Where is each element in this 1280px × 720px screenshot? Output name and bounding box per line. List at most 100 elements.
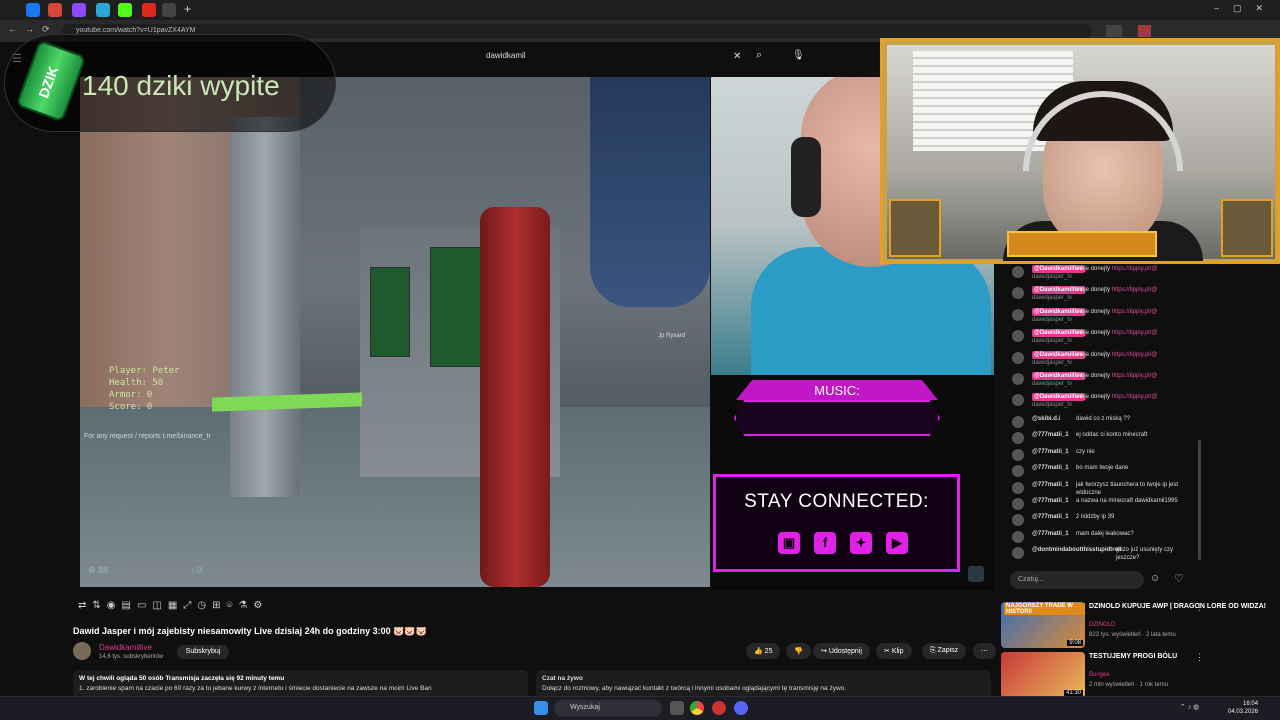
chat-username[interactable]: @777matii_1: [1032, 530, 1069, 538]
video-title: Dawid Jasper i mój zajebisty niesamowity…: [73, 626, 427, 636]
app-icon[interactable]: [712, 701, 726, 715]
tab-facebook-icon[interactable]: [26, 3, 40, 17]
chat-text: jak tworzysz tlaunchera to twoje ip jest…: [1076, 481, 1196, 497]
recommended-thumbnail[interactable]: 41:30: [1001, 652, 1085, 698]
chat-avatar[interactable]: [1012, 266, 1024, 278]
chat-link[interactable]: https://tipply.pl/@: [1112, 352, 1158, 358]
like-button[interactable]: 👍 25: [746, 643, 781, 659]
tab-active-icon[interactable]: [162, 3, 176, 17]
resize-icon[interactable]: ⤢: [183, 600, 191, 614]
recommended-title[interactable]: DZINOLD KUPUJE AWP | DRAGON LORE OD WIDZ…: [1089, 602, 1269, 611]
chat-username[interactable]: @dontmindaboutthisstupidtroll: [1032, 546, 1122, 554]
chat-username[interactable]: @skibi.d.i: [1032, 415, 1060, 423]
theater-icon[interactable]: ▭: [137, 600, 146, 614]
game-feed[interactable]: Player: Peter Health: 50 Armor: 0 Score:…: [80, 77, 710, 587]
recommended-video[interactable]: NAJGORSZY TRADE W HISTORII 9:08 DZINOLD …: [1001, 602, 1271, 648]
chat-scrollbar[interactable]: [1198, 440, 1201, 560]
chat-username[interactable]: @777matii_1: [1032, 497, 1069, 505]
chat-avatar[interactable]: [1012, 287, 1024, 300]
channel-avatar[interactable]: [73, 642, 91, 660]
chat-avatar[interactable]: [1012, 351, 1024, 364]
chat-avatar[interactable]: [1012, 514, 1024, 527]
chat-username[interactable]: @777matii_1: [1032, 431, 1069, 439]
chat-avatar[interactable]: [1012, 394, 1024, 407]
chat-avatar[interactable]: [1012, 448, 1024, 461]
recommended-title[interactable]: TESTUJEMY PROGI BÓLU: [1089, 652, 1269, 661]
chat-avatar[interactable]: [1012, 530, 1024, 543]
taskbar-search[interactable]: Wyszukaj: [554, 700, 662, 717]
chat-link[interactable]: https://tipply.pl/@: [1112, 266, 1158, 272]
live-chat-title: Czat na żywo: [542, 675, 583, 682]
windows-start-icon[interactable]: [534, 701, 548, 715]
clear-search-icon[interactable]: ✕: [733, 51, 741, 62]
search-input[interactable]: dawidkamil: [480, 48, 750, 66]
scissors-icon: ✂: [884, 648, 892, 655]
extension-icons[interactable]: [1106, 25, 1266, 37]
chat-link[interactable]: https://tipply.pl/@: [1112, 287, 1158, 293]
share-button[interactable]: ↪ Udostępnij: [813, 643, 870, 659]
recommended-video[interactable]: 41:30 TESTUJEMY PROGI BÓLU Bungee 2 mln …: [1001, 652, 1271, 698]
window-controls[interactable]: –▢✕: [1214, 3, 1277, 14]
subscribe-button[interactable]: Subskrybuj: [177, 645, 229, 659]
tab-gmail-icon[interactable]: [48, 3, 62, 17]
microphone-icon[interactable]: 🎙: [792, 50, 805, 61]
chat-avatar[interactable]: [1012, 547, 1024, 560]
taskbar-clock[interactable]: 16:04 04.03.2026: [1228, 700, 1258, 716]
thumbs-down-icon: 👎: [794, 648, 803, 655]
settings-icon[interactable]: ⚙: [253, 600, 262, 614]
recommended-menu-icon[interactable]: ⋮: [1195, 652, 1204, 663]
new-tab-button[interactable]: +: [184, 2, 191, 16]
chat-avatar[interactable]: [1012, 481, 1024, 494]
chat-avatar[interactable]: [1012, 373, 1024, 385]
recommended-menu-icon[interactable]: ⋮: [1195, 602, 1204, 613]
chat-input[interactable]: Czatuj...: [1010, 571, 1144, 589]
crop-icon[interactable]: ⊞: [212, 600, 220, 614]
system-tray[interactable]: ⌃ ♪ ◍: [1180, 703, 1199, 711]
search-icon[interactable]: ⌕: [756, 49, 762, 62]
loop-icon[interactable]: ⇄: [78, 600, 86, 614]
recommended-channel[interactable]: DZINOLD: [1089, 622, 1115, 628]
chat-text: moje donejty https://tipply.pl/@: [1076, 329, 1196, 337]
fullscreen-cam-icon[interactable]: [968, 566, 984, 582]
chat-avatar[interactable]: [1012, 308, 1024, 321]
chat-link[interactable]: https://tipply.pl/@: [1112, 309, 1158, 315]
chat-avatar[interactable]: [1012, 498, 1024, 510]
save-button[interactable]: ⎘ Zapisz: [922, 643, 967, 659]
chat-text-body: guzo już usunięty czy jeszcze?: [1116, 547, 1174, 562]
clock-date: 04.03.2026: [1228, 709, 1259, 715]
channel-name[interactable]: Dawidkamillive: [99, 643, 152, 652]
recommended-channel[interactable]: Bungee: [1089, 672, 1110, 678]
chat-avatar[interactable]: [1012, 465, 1024, 478]
heart-icon[interactable]: ♡: [1174, 572, 1184, 585]
chat-link[interactable]: https://tipply.pl/@: [1112, 394, 1158, 400]
chat-avatar[interactable]: [1012, 416, 1024, 428]
clip-button[interactable]: ✂ Klip: [876, 643, 912, 659]
chat-avatar[interactable]: [1012, 432, 1024, 445]
lab-icon[interactable]: ⚗: [238, 600, 247, 614]
miniplayer-icon[interactable]: ◫: [152, 600, 161, 614]
tab-youtube-icon[interactable]: [142, 3, 156, 17]
chat-username[interactable]: @777matii_1: [1032, 464, 1069, 472]
layout-icon[interactable]: ▦: [168, 600, 177, 614]
dislike-button[interactable]: 👎: [786, 643, 811, 659]
chat-username[interactable]: @777matii_1: [1032, 513, 1069, 521]
chat-link[interactable]: https://tipply.pl/@: [1112, 373, 1158, 379]
chat-username[interactable]: @777matii_1: [1032, 481, 1069, 489]
recommended-thumbnail[interactable]: NAJGORSZY TRADE W HISTORII 9:08: [1001, 602, 1085, 648]
emoji-icon[interactable]: ☺: [1150, 573, 1160, 584]
discord-icon[interactable]: [734, 701, 748, 715]
captions-icon[interactable]: ▤: [122, 600, 131, 614]
chat-avatar[interactable]: [1012, 330, 1024, 343]
more-actions-button[interactable]: ⋯: [973, 643, 996, 659]
sort-icon[interactable]: ⇅: [92, 600, 100, 614]
screenshot-icon[interactable]: ⌾: [226, 600, 232, 614]
chrome-icon[interactable]: [690, 701, 704, 715]
tab-twitch-icon[interactable]: [72, 3, 86, 17]
chat-link[interactable]: https://tipply.pl/@: [1112, 330, 1158, 336]
audio-icon[interactable]: ◉: [107, 600, 116, 614]
tab-star-icon[interactable]: [96, 3, 110, 17]
tab-kick-icon[interactable]: [118, 3, 132, 17]
taskview-icon[interactable]: [670, 701, 684, 715]
speed-icon[interactable]: ◷: [197, 600, 206, 614]
chat-username[interactable]: @777matii_1: [1032, 448, 1069, 456]
